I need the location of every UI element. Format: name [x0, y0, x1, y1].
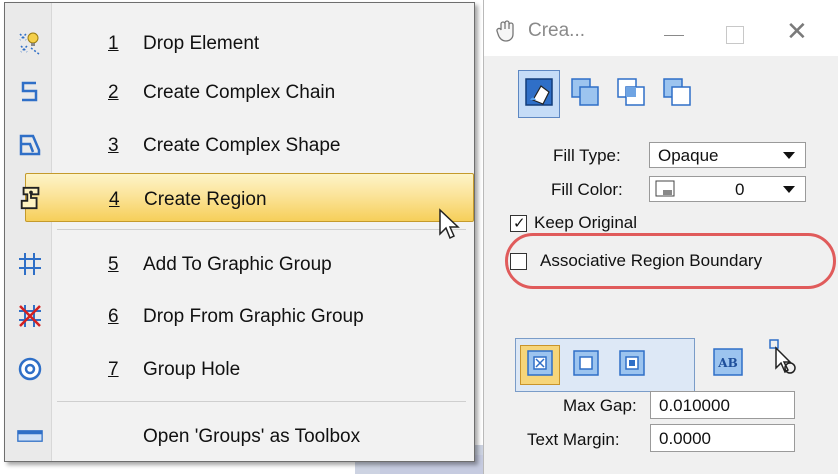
menu-item-create-complex-chain[interactable]: 2 Create Complex Chain	[5, 69, 474, 115]
group-hole-icon	[17, 356, 43, 382]
chevron-down-icon	[783, 186, 795, 193]
menu-item-drop-from-graphic-group[interactable]: 6 Drop From Graphic Group	[5, 293, 474, 339]
menu-item-group-hole[interactable]: 7 Group Hole	[5, 346, 474, 392]
fill-color-value: 0	[735, 180, 745, 199]
fill-type-value: Opaque	[658, 146, 719, 165]
menu-item-label: Add To Graphic Group	[143, 254, 332, 275]
fill-color-label: Fill Color:	[551, 180, 623, 199]
fill-type-label: Fill Type:	[553, 146, 621, 165]
flood-fill-icon	[523, 76, 555, 113]
max-gap-label: Max Gap:	[563, 396, 637, 415]
menu-item-label: Create Complex Shape	[143, 135, 341, 156]
menu-item-number: 4	[109, 189, 120, 210]
create-region-icon	[18, 185, 44, 211]
maximize-icon[interactable]	[726, 26, 744, 44]
nested-squares-icon	[572, 349, 600, 382]
keep-original-label: Keep Original	[534, 213, 638, 232]
union-icon	[569, 76, 601, 113]
nested-squares-x-icon	[526, 349, 554, 382]
menu-item-number: 6	[108, 306, 119, 327]
text-margin-value: 0.0000	[659, 429, 711, 448]
text-ab-icon: AB	[712, 347, 744, 382]
menu-separator	[57, 229, 466, 230]
menu-item-label: Drop Element	[143, 33, 260, 54]
menu-item-label: Open 'Groups' as Toolbox	[143, 426, 361, 447]
menu-item-number: 5	[108, 254, 119, 275]
keep-original-checkbox[interactable]: ✓	[510, 215, 527, 232]
mouse-pointer-icon	[438, 208, 462, 247]
menu-item-label: Group Hole	[143, 359, 241, 380]
annotation-highlight-ellipse	[505, 233, 836, 289]
close-icon[interactable]: ✕	[786, 16, 808, 47]
nested-squares-filled-icon	[618, 349, 646, 382]
text-region-button[interactable]: AB	[708, 344, 748, 384]
menu-item-number: 2	[108, 82, 119, 103]
graphic-group-icon	[17, 251, 43, 277]
menu-item-number: 7	[108, 359, 119, 380]
method-flood-button[interactable]	[518, 70, 560, 118]
mode-option-3-button[interactable]	[612, 345, 652, 385]
select-cursor-icon[interactable]	[768, 338, 798, 383]
difference-icon	[661, 76, 693, 113]
menu-item-add-to-graphic-group[interactable]: 5 Add To Graphic Group	[5, 241, 474, 287]
menu-item-drop-element[interactable]: 1 Drop Element	[5, 20, 474, 66]
dialog-app-icon	[496, 20, 516, 47]
menu-separator	[57, 401, 466, 402]
menu-item-create-region[interactable]: 4 Create Region	[20, 173, 474, 222]
region-method-toolbar	[518, 70, 702, 122]
svg-text:AB: AB	[717, 356, 737, 370]
menu-item-number: 1	[108, 33, 119, 54]
dialog-title-bar[interactable]: Crea... ✕	[484, 0, 838, 56]
method-intersection-button[interactable]	[610, 70, 652, 118]
fill-mode-toolbar	[515, 338, 695, 392]
menu-item-label: Create Region	[144, 189, 267, 210]
drop-element-icon	[17, 30, 43, 56]
fill-type-select[interactable]: Opaque	[649, 142, 806, 168]
menu-item-label: Drop From Graphic Group	[143, 306, 364, 327]
complex-chain-icon	[17, 79, 43, 105]
dialog-title: Crea...	[528, 20, 586, 41]
mode-option-1-button[interactable]	[520, 345, 560, 385]
method-difference-button[interactable]	[656, 70, 698, 118]
intersection-icon	[615, 76, 647, 113]
text-margin-input[interactable]: 0.0000	[650, 424, 795, 452]
mode-option-2-button[interactable]	[566, 345, 606, 385]
text-margin-label: Text Margin:	[527, 430, 620, 449]
method-union-button[interactable]	[564, 70, 606, 118]
complex-shape-icon	[17, 132, 43, 158]
fill-color-select[interactable]: 0	[649, 176, 806, 202]
groups-context-menu: 1 Drop Element 2 Create Complex Chain 3 …	[4, 2, 475, 462]
menu-item-number: 3	[108, 135, 119, 156]
menu-item-label: Create Complex Chain	[143, 82, 336, 103]
drop-graphic-group-icon	[17, 303, 43, 329]
minimize-icon[interactable]	[664, 35, 684, 36]
color-swatch-icon	[655, 180, 677, 203]
max-gap-input[interactable]: 0.010000	[650, 391, 795, 419]
menu-item-create-complex-shape[interactable]: 3 Create Complex Shape	[5, 122, 474, 168]
chevron-down-icon	[783, 152, 795, 159]
menu-item-open-as-toolbox[interactable]: Open 'Groups' as Toolbox	[5, 413, 474, 459]
toolbox-icon	[17, 423, 43, 449]
max-gap-value: 0.010000	[659, 396, 730, 415]
checkmark-icon: ✓	[513, 215, 526, 232]
